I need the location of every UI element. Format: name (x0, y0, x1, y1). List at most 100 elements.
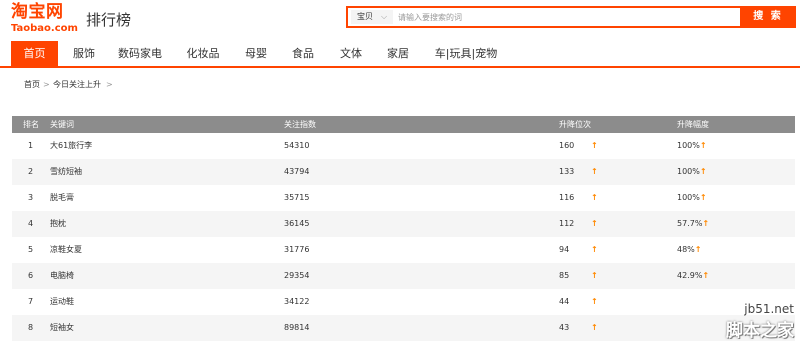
nav-item-sports[interactable]: 文体 (337, 41, 365, 66)
up-arrow-icon: ↑ (699, 193, 707, 202)
nav-item-food[interactable]: 食品 (290, 41, 316, 66)
page-title: 排行榜 (86, 11, 132, 29)
up-arrow-icon: ↑ (699, 141, 707, 150)
row-change-percent-value: 48% (677, 245, 695, 254)
breadcrumb-home[interactable]: 首页 (24, 79, 40, 91)
header: 淘宝网 Taobao.com 排行榜 宝贝 ⌵ 搜 索 (0, 0, 800, 40)
row-position-change: 43 (559, 323, 570, 332)
row-change-percent-value: 100% (677, 141, 700, 150)
up-arrow-icon: ↑ (591, 323, 598, 332)
chevron-down-icon: ⌵ (381, 12, 388, 21)
row-position-change: 160 (559, 141, 575, 150)
search-bar: 宝贝 ⌵ 搜 索 (346, 6, 796, 28)
row-rank: 6 (28, 271, 34, 280)
up-arrow-icon: ↑ (699, 167, 707, 176)
row-keyword[interactable]: 雪纺短袖 (50, 159, 82, 185)
nav-item-apparel[interactable]: 服饰 (69, 41, 99, 66)
row-rank: 7 (28, 297, 34, 306)
row-position-change: 116 (559, 193, 575, 202)
row-index: 43794 (284, 167, 310, 176)
up-arrow-icon: ↑ (591, 271, 598, 280)
row-change-percent: 100%↑ (677, 133, 707, 159)
up-arrow-icon: ↑ (591, 245, 598, 254)
nav-item-auto-toys-pets[interactable]: 车|玩具|宠物 (433, 41, 499, 66)
row-change-percent-value: 100% (677, 167, 700, 176)
logo-main-text: 淘宝网 (11, 2, 64, 22)
row-keyword[interactable]: 短袖女 (50, 315, 74, 341)
row-change-percent: 57.7%↑ (677, 211, 709, 237)
row-index: 35715 (284, 193, 310, 202)
category-nav: 首页 服饰 数码家电 化妆品 母婴 食品 文体 家居 车|玩具|宠物 (0, 41, 800, 68)
row-keyword[interactable]: 凉鞋女夏 (50, 237, 82, 263)
row-position-change: 112 (559, 219, 575, 228)
search-input[interactable] (398, 9, 738, 25)
table-row: 7 运动鞋 34122 44 ↑ (12, 289, 795, 315)
breadcrumb-current[interactable]: 今日关注上升 (53, 79, 101, 91)
breadcrumb-separator: > (106, 80, 113, 89)
row-change-percent-value: 100% (677, 193, 700, 202)
up-arrow-icon: ↑ (591, 141, 598, 150)
nav-item-home[interactable]: 首页 (11, 41, 58, 66)
up-arrow-icon: ↑ (591, 193, 598, 202)
nav-item-cosmetics[interactable]: 化妆品 (184, 41, 222, 66)
row-index: 31776 (284, 245, 310, 254)
watermark: jb51.net 脚本之家 (696, 302, 796, 344)
row-index: 34122 (284, 297, 310, 306)
taobao-logo[interactable]: 淘宝网 Taobao.com (11, 3, 81, 35)
nav-item-digital[interactable]: 数码家电 (117, 41, 163, 66)
table-row: 4 抱枕 36145 112 ↑ 57.7%↑ (12, 211, 795, 237)
row-rank: 5 (28, 245, 34, 254)
row-keyword[interactable]: 脱毛膏 (50, 185, 74, 211)
search-scope-label: 宝贝 (357, 12, 373, 21)
row-position-change: 44 (559, 297, 570, 306)
search-button[interactable]: 搜 索 (740, 6, 796, 28)
header-position-change: 升降位次 (559, 120, 591, 129)
nav-item-baby[interactable]: 母婴 (242, 41, 270, 66)
row-index: 29354 (284, 271, 310, 280)
row-index: 54310 (284, 141, 310, 150)
search-scope-dropdown[interactable]: 宝贝 ⌵ (351, 10, 393, 24)
row-index: 36145 (284, 219, 310, 228)
table-row: 6 电脑椅 29354 85 ↑ 42.9%↑ (12, 263, 795, 289)
header-index: 关注指数 (284, 120, 316, 129)
table-row: 1 大61旅行李 54310 160 ↑ 100%↑ (12, 133, 795, 159)
watermark-site: jb51.net (744, 302, 794, 316)
row-keyword[interactable]: 大61旅行李 (50, 133, 92, 159)
row-change-percent-value: 42.9% (677, 271, 703, 280)
row-rank: 4 (28, 219, 34, 228)
table-row: 2 雪纺短袖 43794 133 ↑ 100%↑ (12, 159, 795, 185)
up-arrow-icon: ↑ (702, 271, 710, 280)
row-rank: 1 (28, 141, 34, 150)
row-change-percent: 48%↑ (677, 237, 701, 263)
row-index: 89814 (284, 323, 310, 332)
row-change-percent: 100%↑ (677, 159, 707, 185)
up-arrow-icon: ↑ (702, 219, 710, 228)
watermark-name: 脚本之家 (726, 321, 794, 341)
header-keyword: 关键词 (50, 120, 74, 129)
row-change-percent: 42.9%↑ (677, 263, 709, 289)
table-row: 5 凉鞋女夏 31776 94 ↑ 48%↑ (12, 237, 795, 263)
up-arrow-icon: ↑ (591, 219, 598, 228)
row-rank: 8 (28, 323, 34, 332)
header-change-percent: 升降幅度 (677, 120, 709, 129)
row-rank: 2 (28, 167, 34, 176)
row-position-change: 94 (559, 245, 570, 254)
row-rank: 3 (28, 193, 34, 202)
up-arrow-icon: ↑ (591, 167, 598, 176)
row-change-percent-value: 57.7% (677, 219, 703, 228)
breadcrumb-separator: > (43, 80, 50, 89)
row-keyword[interactable]: 运动鞋 (50, 289, 74, 315)
row-position-change: 85 (559, 271, 570, 280)
table-row: 8 短袖女 89814 43 ↑ (12, 315, 795, 341)
row-change-percent: 100%↑ (677, 185, 707, 211)
up-arrow-icon: ↑ (591, 297, 598, 306)
row-position-change: 133 (559, 167, 575, 176)
up-arrow-icon: ↑ (694, 245, 702, 254)
nav-item-home-living[interactable]: 家居 (384, 41, 412, 66)
row-keyword[interactable]: 电脑椅 (50, 263, 74, 289)
logo-sub-text: Taobao.com (11, 23, 78, 34)
table-row: 3 脱毛膏 35715 116 ↑ 100%↑ (12, 185, 795, 211)
row-keyword[interactable]: 抱枕 (50, 211, 66, 237)
header-rank: 排名 (23, 120, 39, 129)
table-header: 排名 关键词 关注指数 升降位次 升降幅度 (12, 116, 795, 133)
